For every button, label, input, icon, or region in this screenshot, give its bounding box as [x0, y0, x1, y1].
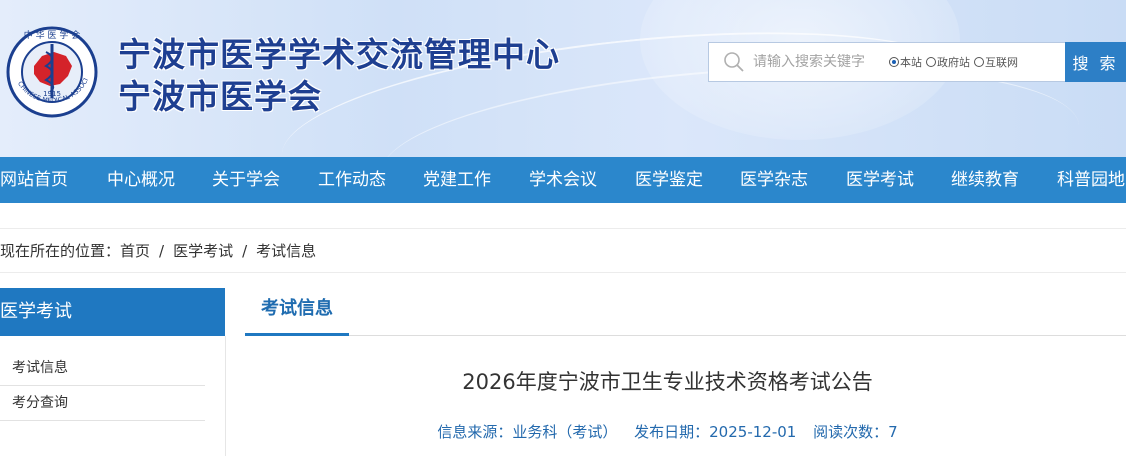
nav-item-appraisal[interactable]: 医学鉴定: [635, 157, 703, 203]
sidebar-heading: 医学考试: [0, 288, 225, 336]
radio-unchecked-icon[interactable]: [974, 57, 984, 67]
nav-item-news[interactable]: 工作动态: [318, 157, 386, 203]
nav-item-journals[interactable]: 医学杂志: [740, 157, 808, 203]
article-source: 信息来源：业务科（考试）: [437, 423, 618, 441]
article-date: 发布日期：2025-12-01: [634, 423, 797, 441]
nav-item-exams[interactable]: 医学考试: [846, 157, 914, 203]
divider: [245, 335, 1126, 336]
search-box: 本站 政府站 互联网: [708, 42, 1065, 82]
site-title-line1: 宁波市医学学术交流管理中心: [118, 35, 560, 74]
search-icon: [724, 52, 744, 72]
sidebar-item-score-query[interactable]: 考分查询: [0, 386, 205, 421]
breadcrumb-separator: /: [242, 241, 248, 260]
sidebar-list: 考试信息 考分查询: [0, 351, 205, 421]
search-scope-site[interactable]: 本站: [889, 54, 922, 70]
tab-exam-info[interactable]: 考试信息: [245, 288, 349, 336]
search-scope-government[interactable]: 政府站: [926, 54, 970, 70]
breadcrumb-home[interactable]: 首页: [120, 240, 150, 261]
nav-item-science[interactable]: 科普园地: [1057, 157, 1125, 203]
breadcrumb-prefix: 现在所在的位置：: [0, 242, 121, 260]
association-emblem-icon[interactable]: 中 华 医 学 会 1915 CHINESE MEDICAL ASSOCIATI…: [4, 22, 100, 128]
breadcrumb-exams[interactable]: 医学考试: [173, 240, 233, 261]
search-scope-label: 互联网: [985, 56, 1018, 69]
article-views: 阅读次数：7: [813, 423, 898, 441]
sidebar-item-exam-info[interactable]: 考试信息: [0, 351, 205, 386]
search-scope-internet[interactable]: 互联网: [974, 54, 1018, 70]
emblem-top-text: 中 华 医 学 会: [24, 29, 80, 41]
divider: [225, 336, 226, 456]
nav-item-about[interactable]: 关于学会: [212, 157, 280, 203]
search-scope-label: 政府站: [937, 56, 970, 69]
search-button[interactable]: 搜 索: [1065, 42, 1126, 82]
breadcrumb-separator: /: [159, 241, 165, 260]
breadcrumb-exam-info[interactable]: 考试信息: [256, 240, 316, 261]
site-title: 宁波市医学学术交流管理中心 宁波市医学会: [118, 34, 560, 118]
radio-unchecked-icon[interactable]: [926, 57, 936, 67]
radio-checked-icon[interactable]: [889, 57, 899, 67]
nav-item-education[interactable]: 继续教育: [951, 157, 1019, 203]
search-scope-label: 本站: [900, 56, 922, 69]
search-input[interactable]: [753, 54, 885, 70]
nav-item-party-building[interactable]: 党建工作: [423, 157, 491, 203]
nav-item-conferences[interactable]: 学术会议: [529, 157, 597, 203]
nav-item-center-overview[interactable]: 中心概况: [107, 157, 175, 203]
nav-item-home[interactable]: 网站首页: [0, 157, 68, 203]
breadcrumb: 现在所在的位置： 首页 / 医学考试 / 考试信息: [0, 228, 1126, 273]
article-meta: 信息来源：业务科（考试） 发布日期：2025-12-01 阅读次数：7: [245, 421, 1090, 442]
site-title-line2: 宁波市医学会: [118, 77, 322, 116]
article-title: 2026年度宁波市卫生专业技术资格考试公告: [462, 370, 873, 394]
search-scope-group: 本站 政府站 互联网: [889, 54, 1022, 70]
main-nav: 网站首页 中心概况 关于学会 工作动态 党建工作 学术会议 医学鉴定 医学杂志 …: [0, 157, 1126, 203]
